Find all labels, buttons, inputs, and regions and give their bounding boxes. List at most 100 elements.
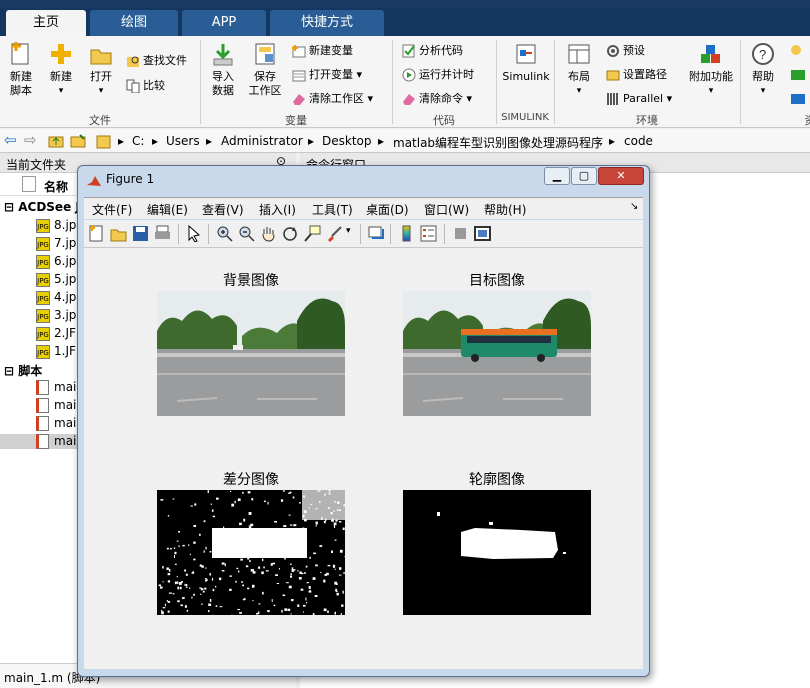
tab-apps[interactable]: APP (182, 10, 266, 36)
menu-desktop[interactable]: 桌面(D) (366, 201, 409, 218)
folder-scripts[interactable]: ⊟ 脚本 (4, 362, 42, 379)
folder-icon (90, 49, 112, 65)
file-item[interactable]: JPG 7.jp (36, 236, 76, 251)
breadcrumb-administrator[interactable]: Administrator (221, 134, 303, 148)
address-bar: ⇦ ⇨ ▸ C: ▸ Users ▸ Administrator ▸ Deskt… (0, 129, 810, 153)
open-variable-button[interactable]: 打开变量 ▾ (292, 66, 362, 84)
file-item[interactable]: JPG 6.jp (36, 254, 76, 269)
brush-icon[interactable] (326, 225, 343, 242)
toolbar-divider (208, 224, 209, 244)
menu-help[interactable]: 帮助(H) (484, 201, 526, 218)
name-column-header[interactable]: 名称 (44, 178, 68, 195)
addons-button[interactable]: 附加功能 ▾ (686, 42, 736, 98)
up-folder-icon[interactable] (48, 133, 64, 149)
breadcrumb-project-folder[interactable]: matlab编程车型识别图像处理源码程序 (393, 134, 603, 151)
toolbar-divider (360, 224, 361, 244)
link-plot-icon[interactable] (368, 225, 385, 242)
jpg-file-icon: JPG (36, 308, 50, 323)
clear-workspace-label: 清除工作区 (309, 92, 364, 105)
show-plot-tools-icon[interactable] (474, 225, 491, 242)
zoom-out-icon[interactable] (238, 225, 255, 242)
file-item[interactable]: JPG 3.jp (36, 308, 76, 323)
pointer-icon[interactable] (186, 225, 203, 242)
menu-tools[interactable]: 工具(T) (312, 201, 353, 218)
save-workspace-button[interactable]: 保存 工作区 (244, 42, 286, 98)
file-item-label: 8.jp (54, 218, 77, 232)
breadcrumb-code[interactable]: code (624, 134, 653, 148)
folder-acdsee[interactable]: ⊟ ACDSee J (4, 200, 80, 214)
preferences-button[interactable]: 预设 (606, 42, 645, 60)
open-variable-label: 打开变量 (309, 68, 353, 81)
new-variable-icon (292, 45, 306, 58)
script-item[interactable]: mai (36, 416, 76, 431)
simulink-button[interactable]: Simulink (500, 42, 552, 84)
tab-home[interactable]: 主页 (6, 10, 86, 36)
toolbar-divider (390, 224, 391, 244)
rotate-3d-icon[interactable] (282, 225, 299, 242)
open-variable-icon (292, 70, 306, 82)
file-item[interactable]: JPG 8.jp (36, 218, 76, 233)
pan-hand-icon[interactable] (260, 225, 277, 242)
new-button[interactable]: 新建 ▾ (44, 42, 78, 98)
run-and-time-button[interactable]: 运行并计时 (402, 66, 474, 84)
breadcrumb-c[interactable]: C: (132, 134, 144, 148)
menu-file[interactable]: 文件(F) (92, 201, 132, 218)
colorbar-icon[interactable] (398, 225, 415, 242)
layout-label: 布局 (568, 70, 590, 83)
new-figure-icon[interactable] (88, 225, 105, 242)
zoom-in-icon[interactable] (216, 225, 233, 242)
find-files-button[interactable]: 查找文件 (126, 52, 187, 70)
file-item[interactable]: JPG 1.JF (36, 344, 76, 359)
compare-button[interactable]: 比较 (126, 77, 165, 95)
file-item-label: 7.jp (54, 236, 77, 250)
hide-plot-tools-icon[interactable] (452, 225, 469, 242)
open-file-icon[interactable] (110, 225, 127, 242)
browse-folder-icon[interactable] (70, 133, 86, 149)
figure-menubar: 文件(F) 编辑(E) 查看(V) 插入(I) 工具(T) 桌面(D) 窗口(W… (84, 197, 643, 219)
menu-insert[interactable]: 插入(I) (259, 201, 296, 218)
breadcrumb-separator: ▸ (206, 134, 213, 148)
print-icon[interactable] (154, 225, 171, 242)
tab-plots[interactable]: 绘图 (90, 10, 178, 36)
close-button[interactable]: ✕ (598, 167, 644, 185)
community-icon[interactable] (788, 42, 808, 122)
maximize-button[interactable]: ▢ (571, 167, 597, 185)
dock-arrow-icon[interactable]: ↘ (630, 201, 638, 212)
breadcrumb-separator: ▸ (609, 134, 616, 148)
breadcrumb-users[interactable]: Users (166, 134, 200, 148)
menu-view[interactable]: 查看(V) (202, 201, 244, 218)
file-item[interactable]: JPG 4.jp (36, 290, 76, 305)
import-data-button[interactable]: 导入 数据 (206, 42, 240, 98)
clear-workspace-button[interactable]: 清除工作区 ▾ (292, 90, 373, 108)
file-item[interactable]: JPG 5.jp (36, 272, 76, 287)
help-button[interactable]: ? 帮助 ▾ (746, 42, 780, 98)
script-item[interactable]: mai (36, 398, 76, 413)
legend-icon[interactable] (420, 225, 437, 242)
breadcrumb-desktop[interactable]: Desktop (322, 134, 372, 148)
data-cursor-icon[interactable] (304, 225, 321, 242)
new-variable-button[interactable]: 新建变量 (292, 42, 353, 60)
script-item[interactable]: mai (36, 380, 76, 395)
forward-icon[interactable]: ⇨ (24, 131, 37, 149)
jpg-file-icon: JPG (36, 218, 50, 233)
save-workspace-label: 保存 工作区 (248, 70, 282, 97)
minimize-button[interactable]: ▁ (544, 167, 570, 185)
menu-edit[interactable]: 编辑(E) (147, 201, 188, 218)
analyze-code-button[interactable]: 分析代码 (402, 42, 463, 60)
script-item-label: mai (54, 416, 77, 430)
new-script-button[interactable]: 新建 脚本 (4, 42, 38, 98)
clear-commands-button[interactable]: 清除命令 ▾ (402, 90, 472, 108)
save-icon[interactable] (132, 225, 149, 242)
brush-dropdown-icon[interactable]: ▾ (346, 226, 351, 236)
breadcrumb-separator: ▸ (378, 134, 385, 148)
tab-shortcuts[interactable]: 快捷方式 (270, 10, 384, 36)
layout-button[interactable]: 布局 ▾ (562, 42, 596, 98)
menu-window[interactable]: 窗口(W) (424, 201, 469, 218)
open-button[interactable]: 打开 ▾ (84, 42, 118, 98)
set-path-button[interactable]: 设置路径 (606, 66, 667, 84)
back-icon[interactable]: ⇦ (4, 131, 17, 149)
file-item[interactable]: JPG 2.JF (36, 326, 76, 341)
parallel-button[interactable]: Parallel ▾ (606, 90, 672, 108)
addons-icon (701, 45, 720, 63)
file-item-label: 5.jp (54, 272, 77, 286)
